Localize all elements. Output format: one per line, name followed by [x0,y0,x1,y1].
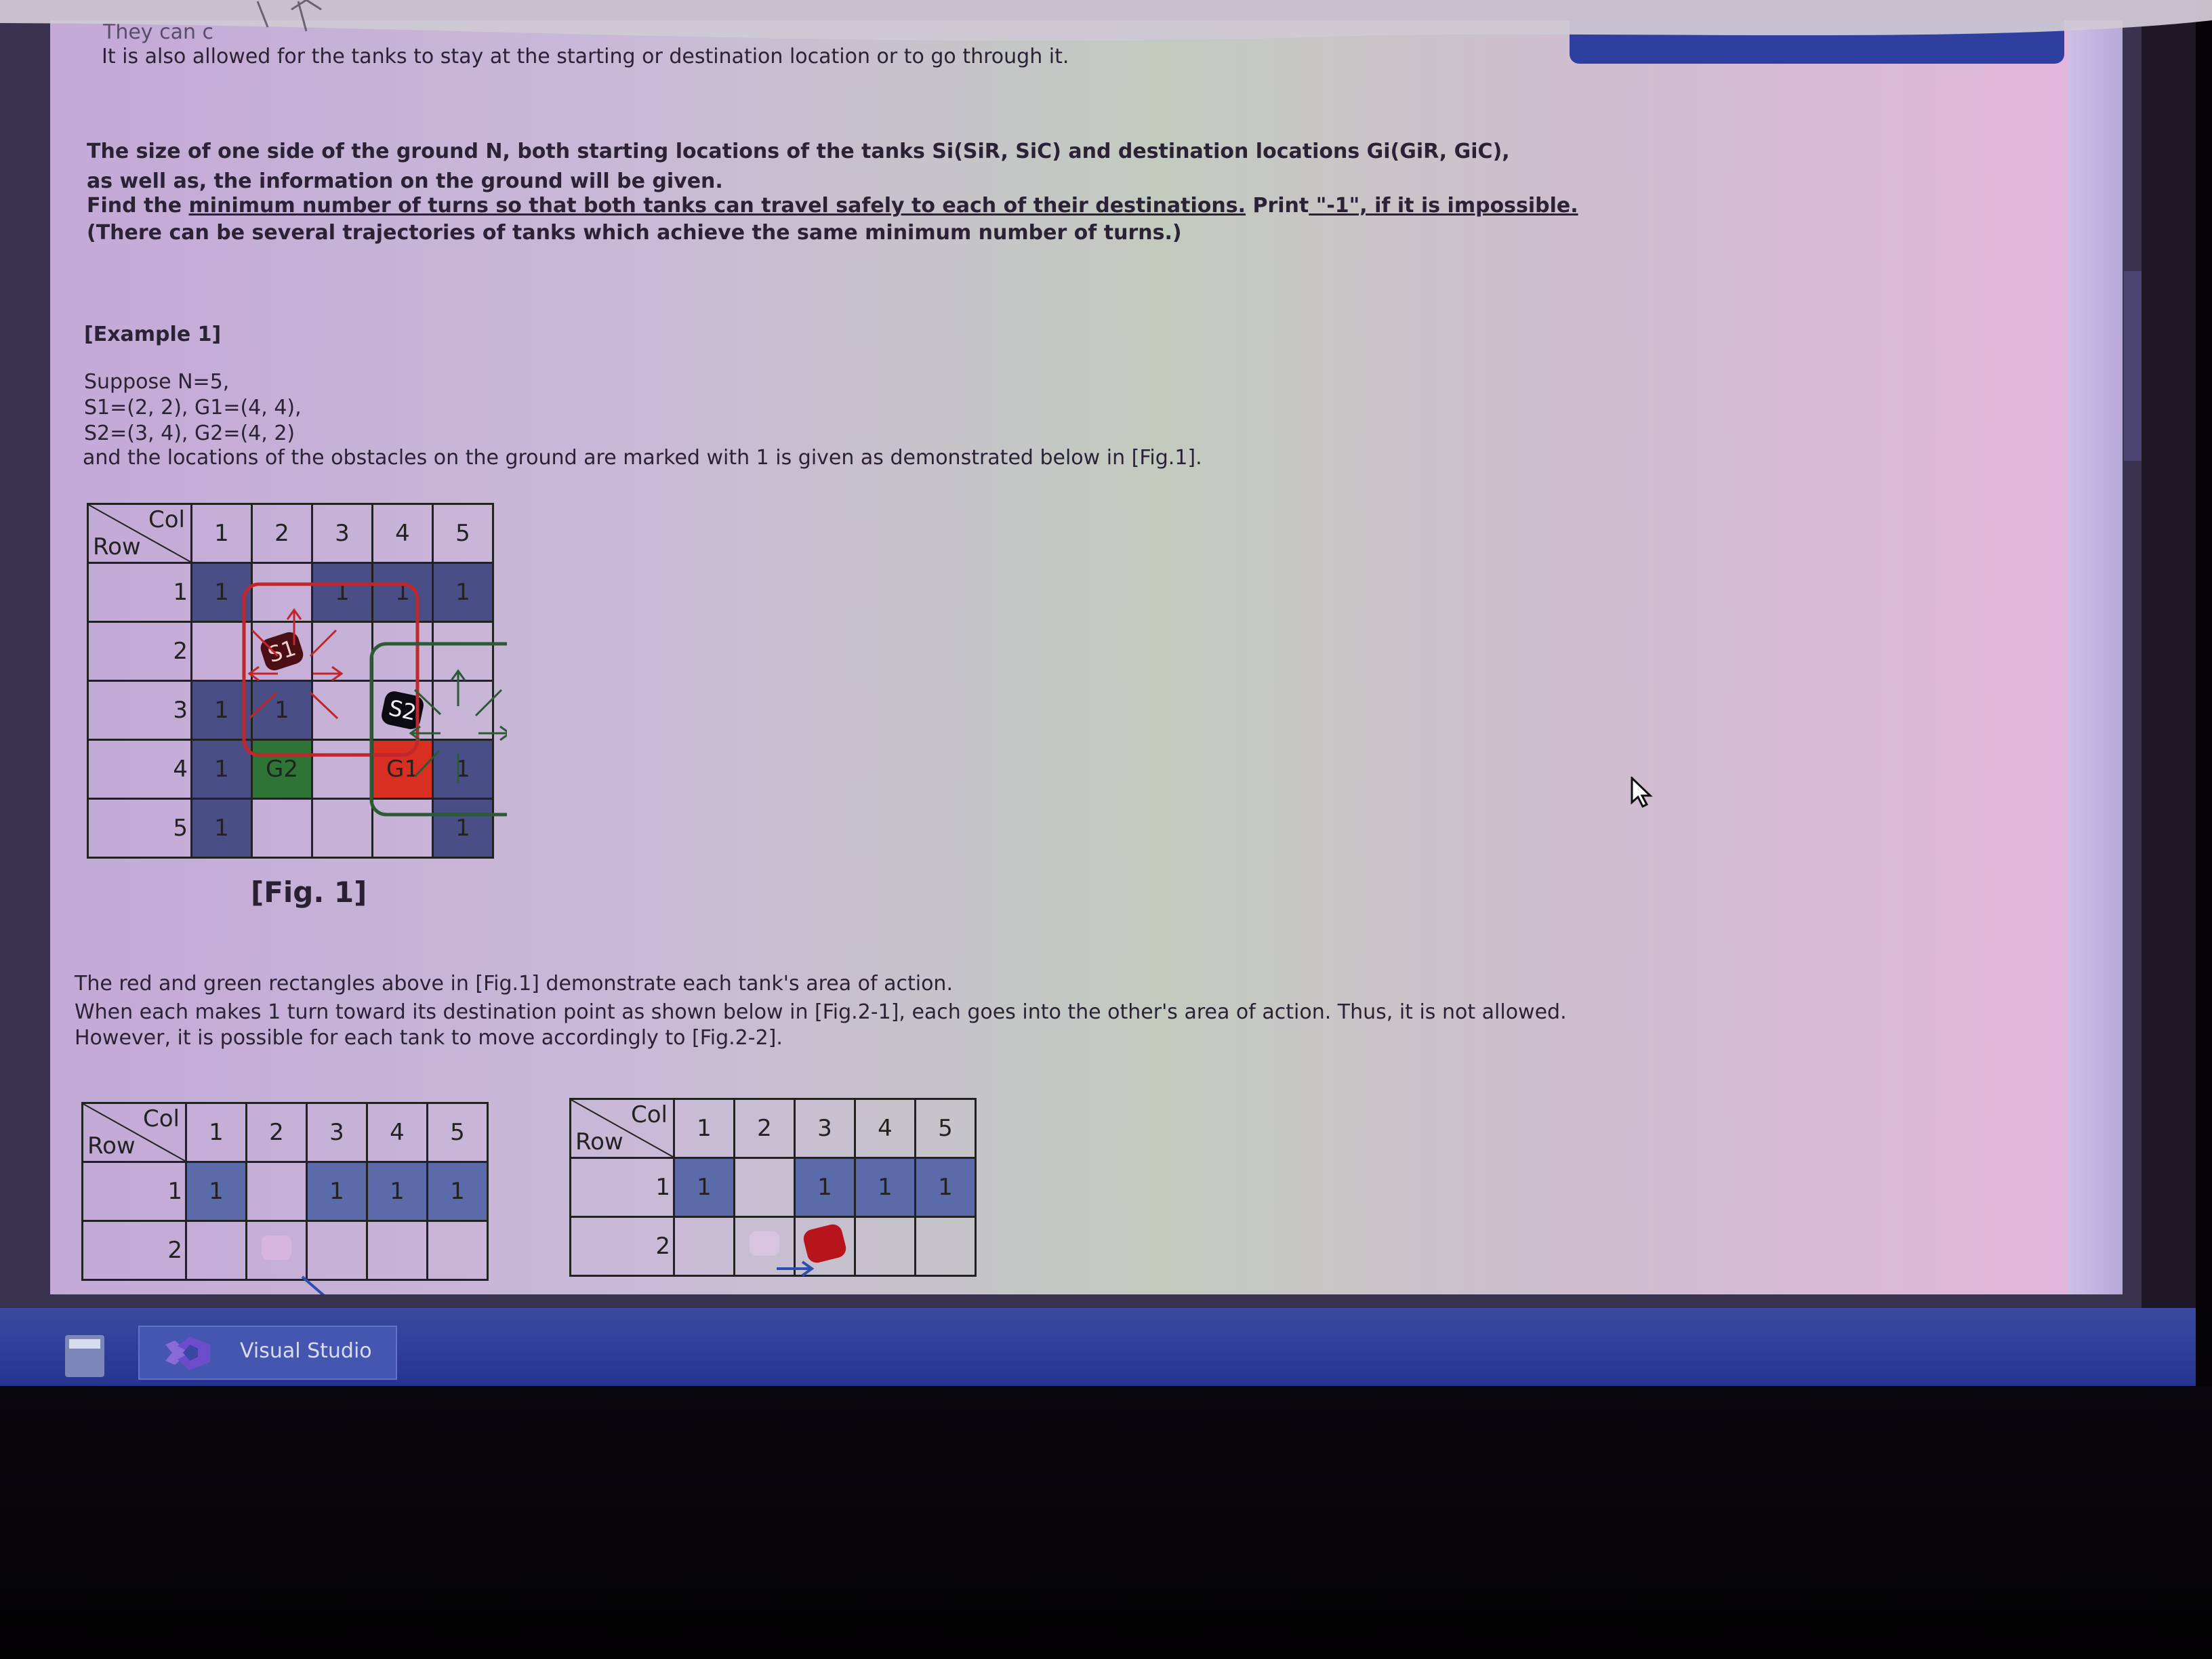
calculator-icon[interactable] [65,1335,104,1377]
intro-line-1: The size of one side of the ground N, bo… [87,140,1510,163]
intro-line-2: as well as, the information on the groun… [87,169,723,193]
explain-line-2: When each makes 1 turn toward its destin… [75,1000,1567,1024]
fig2-2-overlay [777,1261,815,1277]
mouse-cursor-icon [1631,777,1653,808]
s2-move-arrows [409,669,507,783]
example-line-2: S1=(2, 2), G1=(4, 4), [84,396,302,419]
fig1-overlay [242,582,507,817]
s1-move-arrows [247,608,344,720]
intro-line-4: (There can be several trajectories of ta… [87,221,1182,245]
problem-document: They can c It is also allowed for the ta… [50,20,2070,1294]
laptop-bezel [0,1386,2212,1659]
fig2-1-overlay [301,1275,325,1294]
example-line-3: S2=(3, 4), G2=(4, 2) [84,422,295,445]
scrollbar-track[interactable] [2068,20,2123,1294]
taskbar: Visual Studio [0,1308,2196,1386]
intro-line-3: Find the minimum number of turns so that… [87,194,1578,218]
move-arrow [301,1275,325,1294]
example-heading: [Example 1] [84,323,222,346]
explain-line-1: The red and green rectangles above in [F… [75,972,953,996]
intro-line-3-prefix: Find the [87,194,189,218]
paper-overlay [0,0,2212,41]
allowed-line: It is also allowed for the tanks to stay… [102,45,1069,68]
intro-line-3-mid: Print [1246,194,1309,218]
example-line-1: Suppose N=5, [84,370,230,394]
example-line-4: and the locations of the obstacles on th… [83,446,1202,470]
taskbar-app-label: Visual Studio [240,1339,372,1363]
s2-area-of-action [369,642,507,817]
intro-line-3-underline-2: "-1", if it is impossible. [1309,194,1578,218]
explain-line-3: However, it is possible for each tank to… [75,1026,783,1050]
s1-area-of-action [242,582,419,757]
calculator-display [69,1339,100,1349]
intro-line-3-underline-1: minimum number of turns so that both tan… [188,194,1246,218]
screen-bezel-right [2142,20,2196,1308]
fig1-caption: [Fig. 1] [251,876,367,909]
taskbar-visual-studio-button[interactable]: Visual Studio [138,1326,397,1380]
visual-studio-icon [165,1336,210,1370]
